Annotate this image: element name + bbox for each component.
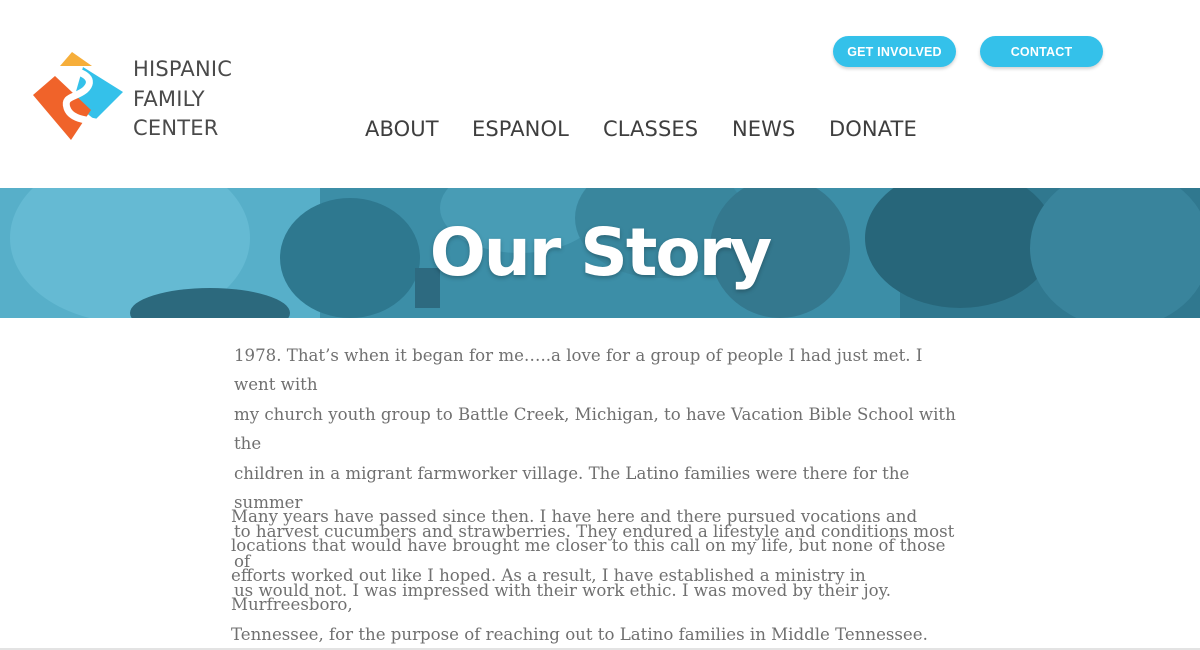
brand-line: HISPANIC [133,57,233,81]
hero-banner: Our Story [0,188,1200,318]
brand-line: FAMILY [133,86,205,111]
contact-button[interactable]: CONTACT [980,36,1103,67]
story-paragraph: Many years have passed since then. I hav… [231,502,964,649]
nav-item-classes[interactable]: CLASSES [603,117,698,141]
text-line: my church youth group to Battle Creek, M… [234,404,956,454]
text-line: Tennessee, for the purpose of reaching o… [231,624,928,644]
hispanic-family-center-logo [33,52,123,140]
nav-item-about[interactable]: ABOUT [365,117,439,141]
nav-item-donate[interactable]: DONATE [829,117,917,141]
get-involved-button[interactable]: GET INVOLVED [833,36,956,67]
brand-name: HISPANIC FAMILY CENTER [133,55,232,144]
brand-line: CENTER [133,116,219,140]
text-line: Many years have passed since then. I hav… [231,507,918,526]
text-line: locations that would have brought me clo… [231,536,946,556]
story-content: 1978. That’s when it began for me…..a lo… [0,318,1200,650]
nav-item-espanol[interactable]: ESPANOL [472,117,569,141]
site-header: HISPANIC FAMILY CENTER GET INVOLVED CONT… [0,0,1200,188]
page-title: Our Story [429,214,773,291]
nav-item-news[interactable]: NEWS [732,117,795,141]
text-line: efforts worked out like I hoped. As a re… [231,565,866,615]
text-line: 1978. That’s when it began for me…..a lo… [234,346,923,395]
